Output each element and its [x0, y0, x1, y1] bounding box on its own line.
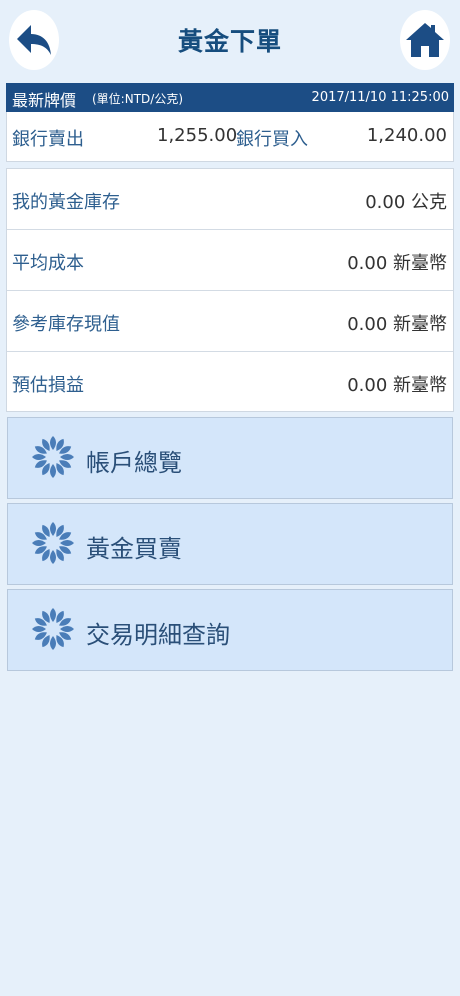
menu-account-overview[interactable]: 帳戶總覽 — [7, 417, 453, 499]
holding-value: 0.00 新臺幣 — [347, 375, 447, 396]
flower-logo-icon — [32, 436, 74, 478]
price-unit: (單位:NTD/公克) — [92, 92, 183, 106]
menu-label: 黃金買賣 — [86, 535, 182, 563]
price-board-header: 最新牌價 (單位:NTD/公克) 2017/11/10 11:25:00 — [6, 83, 454, 112]
holding-value: 0.00 新臺幣 — [347, 253, 447, 274]
holding-label: 平均成本 — [12, 253, 84, 274]
bank-sell-label: 銀行賣出 — [12, 129, 84, 150]
menu-gold-trade[interactable]: 黃金買賣 — [7, 503, 453, 585]
holding-label: 預估損益 — [12, 375, 84, 396]
flower-logo-icon — [32, 522, 74, 564]
page-title: 黃金下單 — [177, 27, 282, 56]
bank-buy-label: 銀行買入 — [236, 129, 308, 150]
menu-label: 帳戶總覽 — [86, 449, 182, 477]
flower-logo-icon — [32, 608, 74, 650]
holding-label: 我的黃金庫存 — [12, 192, 120, 213]
holding-row-present-value: 參考庫存現值 0.00 新臺幣 — [7, 291, 453, 352]
holdings-panel: 我的黃金庫存 0.00 公克 平均成本 0.00 新臺幣 參考庫存現值 0.00… — [6, 168, 454, 412]
holding-label: 參考庫存現值 — [12, 314, 120, 335]
holding-value: 0.00 新臺幣 — [347, 314, 447, 335]
holding-row-avg-cost: 平均成本 0.00 新臺幣 — [7, 230, 453, 291]
holding-value: 0.00 公克 — [365, 192, 447, 213]
menu-transaction-query[interactable]: 交易明細查詢 — [7, 589, 453, 671]
home-icon — [406, 23, 444, 57]
home-button[interactable] — [400, 10, 450, 70]
menu-label: 交易明細查詢 — [86, 621, 230, 649]
price-row: 銀行賣出 1,255.00 銀行買入 1,240.00 — [6, 112, 454, 162]
price-timestamp: 2017/11/10 11:25:00 — [311, 90, 449, 105]
holding-row-pnl: 預估損益 0.00 新臺幣 — [7, 352, 453, 413]
bank-sell-value: 1,255.00 — [157, 125, 238, 146]
holding-row-inventory: 我的黃金庫存 0.00 公克 — [7, 169, 453, 230]
app-header: 黃金下單 — [0, 0, 460, 80]
bank-buy-value: 1,240.00 — [366, 125, 447, 146]
price-board-title: 最新牌價 — [12, 91, 77, 110]
